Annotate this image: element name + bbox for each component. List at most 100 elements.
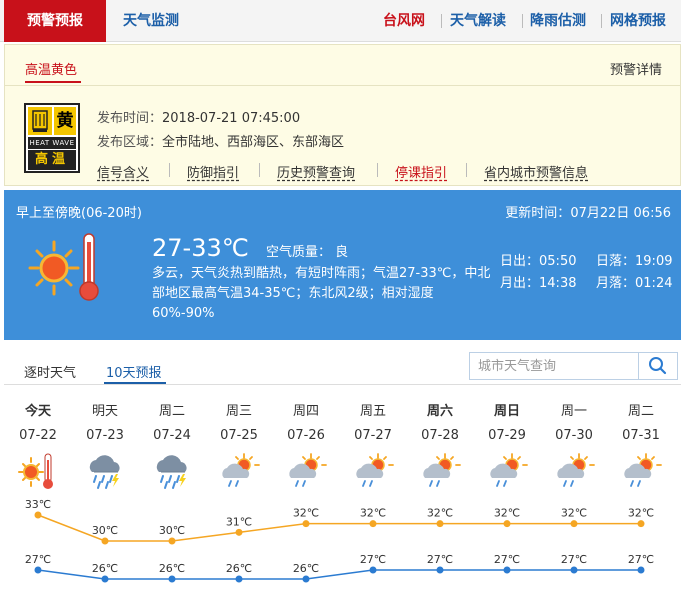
rainfall-estimate-link[interactable]: 降雨估测 bbox=[530, 0, 586, 42]
history-warning-link[interactable]: 历史预警查询 bbox=[277, 162, 355, 181]
moonrise-label: 月出： bbox=[500, 276, 540, 291]
sunrise-label: 日出： bbox=[500, 254, 540, 269]
high-temp-label: 32℃ bbox=[628, 507, 654, 520]
low-temp-label: 26℃ bbox=[226, 562, 252, 575]
high-temp-label: 31℃ bbox=[226, 515, 252, 528]
high-temp-label: 32℃ bbox=[293, 507, 319, 520]
date-label: 07-24 bbox=[153, 428, 191, 443]
low-temp-point bbox=[436, 566, 444, 574]
low-temp-label: 27℃ bbox=[25, 553, 51, 566]
low-temp-label: 27℃ bbox=[427, 553, 453, 566]
moonrise-value: 14:38 bbox=[539, 276, 577, 291]
warning-title[interactable]: 高温黄色 bbox=[25, 59, 77, 78]
sunrise: 日出：05:50 bbox=[500, 250, 576, 269]
low-temp-point bbox=[503, 566, 511, 574]
search-icon bbox=[649, 357, 667, 375]
day-label: 今天 bbox=[24, 404, 51, 419]
link-divider bbox=[377, 163, 378, 177]
publish-area-label: 发布区域： bbox=[97, 135, 163, 150]
date-label: 07-29 bbox=[488, 428, 526, 443]
date-label: 07-31 bbox=[622, 428, 660, 443]
publish-area-value: 全市陆地、西部海区、东部海区 bbox=[162, 135, 345, 150]
search-button[interactable] bbox=[638, 352, 678, 380]
weather-description: 多云，天气炎热到酷热，有短时阵雨；气温27-33℃，中北部地区最高气温34-35… bbox=[152, 266, 491, 321]
sunrise-value: 05:50 bbox=[539, 254, 577, 269]
day-label: 周六 bbox=[426, 404, 453, 419]
partly-cloudy-rain-icon bbox=[620, 452, 662, 494]
high-temp-label: 30℃ bbox=[92, 524, 118, 537]
low-temp-label: 27℃ bbox=[360, 553, 386, 566]
link-divider bbox=[169, 163, 170, 177]
moonset-label: 月落： bbox=[596, 276, 636, 291]
sunset-value: 19:09 bbox=[635, 254, 673, 269]
high-temp-point bbox=[101, 537, 109, 545]
high-temp-label: 32℃ bbox=[360, 507, 386, 520]
high-temp-point bbox=[369, 520, 377, 528]
update-time-label: 更新时间： bbox=[505, 206, 571, 221]
badge-english-label: HEAT WAVE bbox=[28, 137, 76, 149]
partly-cloudy-rain-icon bbox=[419, 452, 461, 494]
date-label: 07-22 bbox=[19, 428, 57, 443]
high-temp-label: 32℃ bbox=[561, 507, 587, 520]
divider bbox=[5, 85, 680, 86]
partly-cloudy-rain-icon bbox=[352, 452, 394, 494]
low-temp-point bbox=[34, 566, 42, 574]
class-suspension-link[interactable]: 停课指引 bbox=[395, 162, 447, 181]
weather-analysis-link[interactable]: 天气解读 bbox=[450, 0, 506, 42]
tab-weather-monitor[interactable]: 天气监测 bbox=[123, 0, 179, 42]
warning-title-underline bbox=[25, 81, 81, 83]
tab-warning-forecast[interactable]: 预警预报 bbox=[4, 0, 106, 42]
high-temp-label: 30℃ bbox=[159, 524, 185, 537]
low-temp-label: 26℃ bbox=[159, 562, 185, 575]
day-label: 周三 bbox=[225, 404, 252, 419]
sunset: 日落：19:09 bbox=[596, 250, 672, 269]
day-label: 周二 bbox=[627, 404, 654, 419]
day-label: 周五 bbox=[359, 404, 386, 419]
moonrise: 月出：14:38 bbox=[500, 272, 576, 291]
moonset-value: 01:24 bbox=[635, 276, 673, 291]
nav-divider bbox=[522, 14, 523, 28]
high-temp-line bbox=[37, 514, 641, 542]
publish-time-row: 发布时间：2018-07-21 07:45:00 bbox=[97, 107, 300, 126]
high-temp-label: 32℃ bbox=[494, 507, 520, 520]
date-label: 07-27 bbox=[354, 428, 392, 443]
tab-hourly-weather[interactable]: 逐时天气 bbox=[24, 362, 76, 381]
low-temp-label: 27℃ bbox=[561, 553, 587, 566]
city-search-input[interactable] bbox=[469, 352, 639, 380]
high-temp-point bbox=[503, 520, 511, 528]
low-temp-point bbox=[570, 566, 578, 574]
date-label: 07-23 bbox=[86, 428, 124, 443]
update-time: 更新时间：07月22日 06:56 bbox=[505, 202, 671, 221]
heat-wave-yellow-badge-icon: 黄 HEAT WAVE 高温 bbox=[24, 103, 80, 173]
high-temp-point bbox=[235, 528, 243, 536]
sunset-label: 日落： bbox=[596, 254, 636, 269]
signal-meaning-link[interactable]: 信号含义 bbox=[97, 162, 149, 181]
partly-cloudy-rain-icon bbox=[486, 452, 528, 494]
forecast-period: 早上至傍晚(06-20时) bbox=[16, 206, 142, 221]
high-temp-point bbox=[302, 520, 310, 528]
low-temp-point bbox=[235, 575, 243, 583]
high-temp-point bbox=[34, 511, 42, 519]
high-temp-point bbox=[637, 520, 645, 528]
high-temp-label: 32℃ bbox=[427, 507, 453, 520]
badge-level-char: 黄 bbox=[54, 107, 76, 135]
publish-area-row: 发布区域：全市陆地、西部海区、东部海区 bbox=[97, 131, 344, 150]
tab-10-day-forecast[interactable]: 10天预报 bbox=[106, 362, 162, 381]
defense-guide-link[interactable]: 防御指引 bbox=[187, 162, 239, 181]
low-temp-line bbox=[37, 569, 641, 580]
warning-panel: 高温黄色 预警详情 黄 HEAT WAVE 高温 发布时间：2018-07-21… bbox=[4, 44, 681, 186]
grid-forecast-link[interactable]: 网格预报 bbox=[610, 0, 666, 42]
typhoon-link[interactable]: 台风网 bbox=[383, 0, 425, 42]
province-city-warning-link[interactable]: 省内城市预警信息 bbox=[484, 162, 588, 181]
day-label: 周一 bbox=[560, 404, 587, 419]
day-label: 周日 bbox=[493, 404, 520, 419]
partly-cloudy-rain-icon bbox=[285, 452, 327, 494]
warning-detail-link[interactable]: 预警详情 bbox=[610, 59, 662, 78]
low-temp-point bbox=[168, 575, 176, 583]
date-label: 07-28 bbox=[421, 428, 459, 443]
today-weather-panel: 早上至傍晚(06-20时) 更新时间：07月22日 06:56 27-33℃ 空… bbox=[4, 190, 681, 340]
air-quality: 空气质量： 良 bbox=[266, 241, 348, 260]
heat-wave-icon bbox=[17, 452, 57, 494]
low-temp-point bbox=[302, 575, 310, 583]
high-temp-label: 33℃ bbox=[25, 498, 51, 511]
